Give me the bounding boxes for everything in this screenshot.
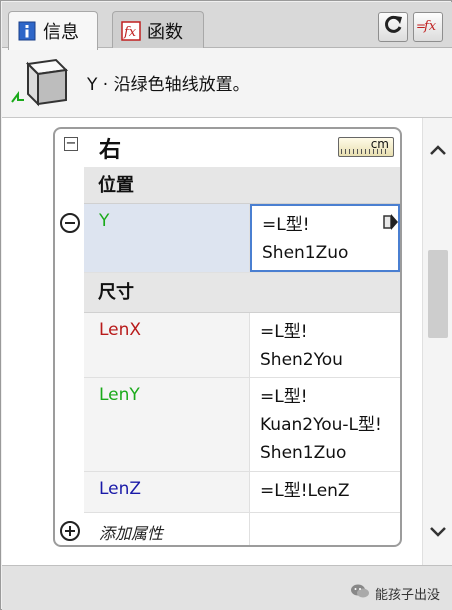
panel-title-row: − 右 cm (55, 129, 400, 163)
component-description: Y · 沿绿色轴线放置。 (87, 75, 250, 95)
collapse-panel-button[interactable]: − (64, 137, 78, 151)
add-attribute-row[interactable]: 添加属性 (84, 513, 400, 545)
section-size: 尺寸 (84, 273, 400, 313)
formula-line: =L型! (260, 322, 308, 342)
attribute-name: LenY (84, 378, 250, 471)
attribute-row-lenz: LenZ =L型!LenZ (84, 472, 400, 513)
attribute-name: Y (84, 204, 250, 272)
wechat-icon (350, 583, 370, 603)
section-position: 位置 (84, 167, 400, 204)
scroll-down-icon[interactable] (428, 522, 448, 542)
tab-info[interactable]: 信息 (8, 11, 98, 50)
attribute-formula-field[interactable]: =L型!LenZ (250, 472, 400, 512)
add-attribute-value (250, 513, 400, 545)
formula-line: =L型! (262, 215, 310, 235)
attributes-panel: − 右 cm 位置 Y =L型! Shen1Zuo 尺寸 LenX =L型! S… (53, 127, 402, 547)
formula-line: Shen2You (260, 350, 343, 370)
svg-text:fx: fx (123, 25, 137, 40)
attribute-name: LenX (84, 313, 250, 377)
watermark: 能孩子出没 (350, 583, 440, 603)
formula-line: =L型! (260, 387, 308, 407)
attribute-row-lenx: LenX =L型! Shen2You (84, 313, 400, 378)
formula-toggle-icon: = fx (416, 15, 440, 40)
tab-strip: 信息 fx 函数 = fx (2, 2, 452, 50)
attribute-row-y: Y =L型! Shen1Zuo (84, 204, 400, 273)
add-attribute-button[interactable] (60, 521, 80, 541)
refresh-button[interactable] (378, 12, 408, 42)
attribute-formula-field[interactable]: =L型! Kuan2You-L型! Shen1Zuo (250, 378, 400, 471)
footer-bar: 能孩子出没 (2, 565, 452, 610)
watermark-text: 能孩子出没 (374, 587, 440, 603)
collapse-attribute-button[interactable] (60, 213, 80, 233)
formula-line: Shen1Zuo (260, 443, 347, 463)
attribute-formula-field[interactable]: =L型! Shen2You (250, 313, 400, 377)
scroll-up-icon[interactable] (428, 140, 448, 160)
tab-info-label: 信息 (43, 22, 79, 43)
formula-toggle-button[interactable]: = fx (413, 12, 443, 42)
edit-arrow-icon[interactable] (382, 212, 398, 242)
tab-functions-label: 函数 (147, 21, 183, 43)
tab-functions[interactable]: fx 函数 (112, 11, 204, 49)
component-header: Y · 沿绿色轴线放置。 (2, 48, 452, 118)
component-attributes-window: 信息 fx 函数 = fx Y · 沿绿色轴线放置。 − 右 cm 位置 Y =… (0, 0, 452, 610)
formula-line: Shen1Zuo (262, 243, 349, 263)
panel-title: 右 (99, 138, 122, 163)
component-cube-icon (10, 56, 70, 112)
attribute-name: LenZ (84, 472, 250, 512)
info-icon (17, 20, 37, 42)
refresh-icon (382, 14, 404, 41)
function-icon: fx (121, 20, 141, 42)
add-attribute-label: 添加属性 (84, 513, 250, 545)
attribute-formula-field[interactable]: =L型! Shen1Zuo (250, 204, 400, 272)
ruler-icon (341, 149, 389, 154)
attribute-row-leny: LenY =L型! Kuan2You-L型! Shen1Zuo (84, 378, 400, 472)
unit-button[interactable]: cm (338, 137, 394, 157)
attributes-body: − 右 cm 位置 Y =L型! Shen1Zuo 尺寸 LenX =L型! S… (2, 118, 452, 565)
vertical-scrollbar[interactable] (422, 118, 452, 565)
scrollbar-thumb[interactable] (428, 250, 448, 338)
formula-line: Kuan2You-L型! (260, 415, 382, 435)
svg-text:fx: fx (423, 19, 437, 34)
formula-line: =L型!LenZ (260, 481, 350, 501)
